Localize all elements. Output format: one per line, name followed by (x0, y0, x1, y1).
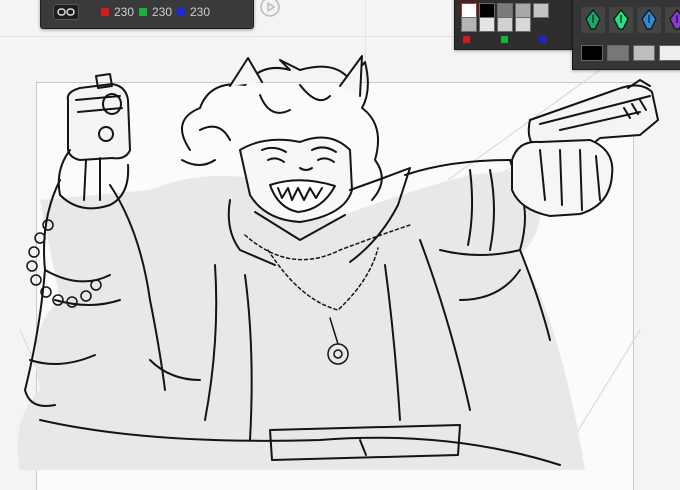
palette-swatch[interactable] (461, 3, 477, 18)
palette-swatch[interactable] (533, 3, 549, 18)
color-slider-panel: 230 230 230 (40, 0, 280, 29)
sub-tool-panel (572, 0, 680, 70)
blue-value[interactable]: 230 (190, 6, 210, 18)
green-swatch (139, 8, 147, 16)
palette-swatch[interactable] (479, 3, 495, 18)
ink-pen-icon[interactable] (637, 7, 661, 33)
marker-icon[interactable] (609, 7, 633, 33)
brush-icon[interactable] (665, 7, 680, 33)
palette-swatch[interactable] (479, 17, 495, 32)
red-value[interactable]: 230 (114, 6, 134, 18)
chain-link-icon (57, 8, 75, 16)
green-channel[interactable]: 230 (139, 6, 172, 18)
tone-swatch[interactable] (607, 45, 629, 61)
left-pistol (57, 73, 131, 210)
palette-marker (539, 36, 546, 43)
palette-swatch[interactable] (515, 17, 531, 32)
tone-swatch[interactable] (581, 45, 603, 61)
palette-swatch[interactable] (497, 17, 513, 32)
green-value[interactable]: 230 (152, 6, 172, 18)
color-set-panel (454, 0, 576, 50)
blue-channel[interactable]: 230 (177, 6, 210, 18)
right-pistol (511, 79, 659, 217)
line-art-illustration[interactable] (0, 0, 680, 490)
workspace[interactable]: 230 230 230 (0, 0, 680, 490)
tone-swatch[interactable] (633, 45, 655, 61)
blue-swatch (177, 8, 185, 16)
link-toggle-button[interactable] (53, 4, 79, 20)
palette-marker (463, 36, 470, 43)
red-swatch (101, 8, 109, 16)
tone-swatch[interactable] (659, 45, 680, 61)
palette-swatch[interactable] (515, 3, 531, 18)
pen-nib-icon[interactable] (581, 7, 605, 33)
play-icon[interactable] (259, 0, 281, 18)
palette-swatch[interactable] (497, 3, 513, 18)
red-channel[interactable]: 230 (101, 6, 134, 18)
palette-swatch[interactable] (461, 17, 477, 32)
palette-marker (501, 36, 508, 43)
